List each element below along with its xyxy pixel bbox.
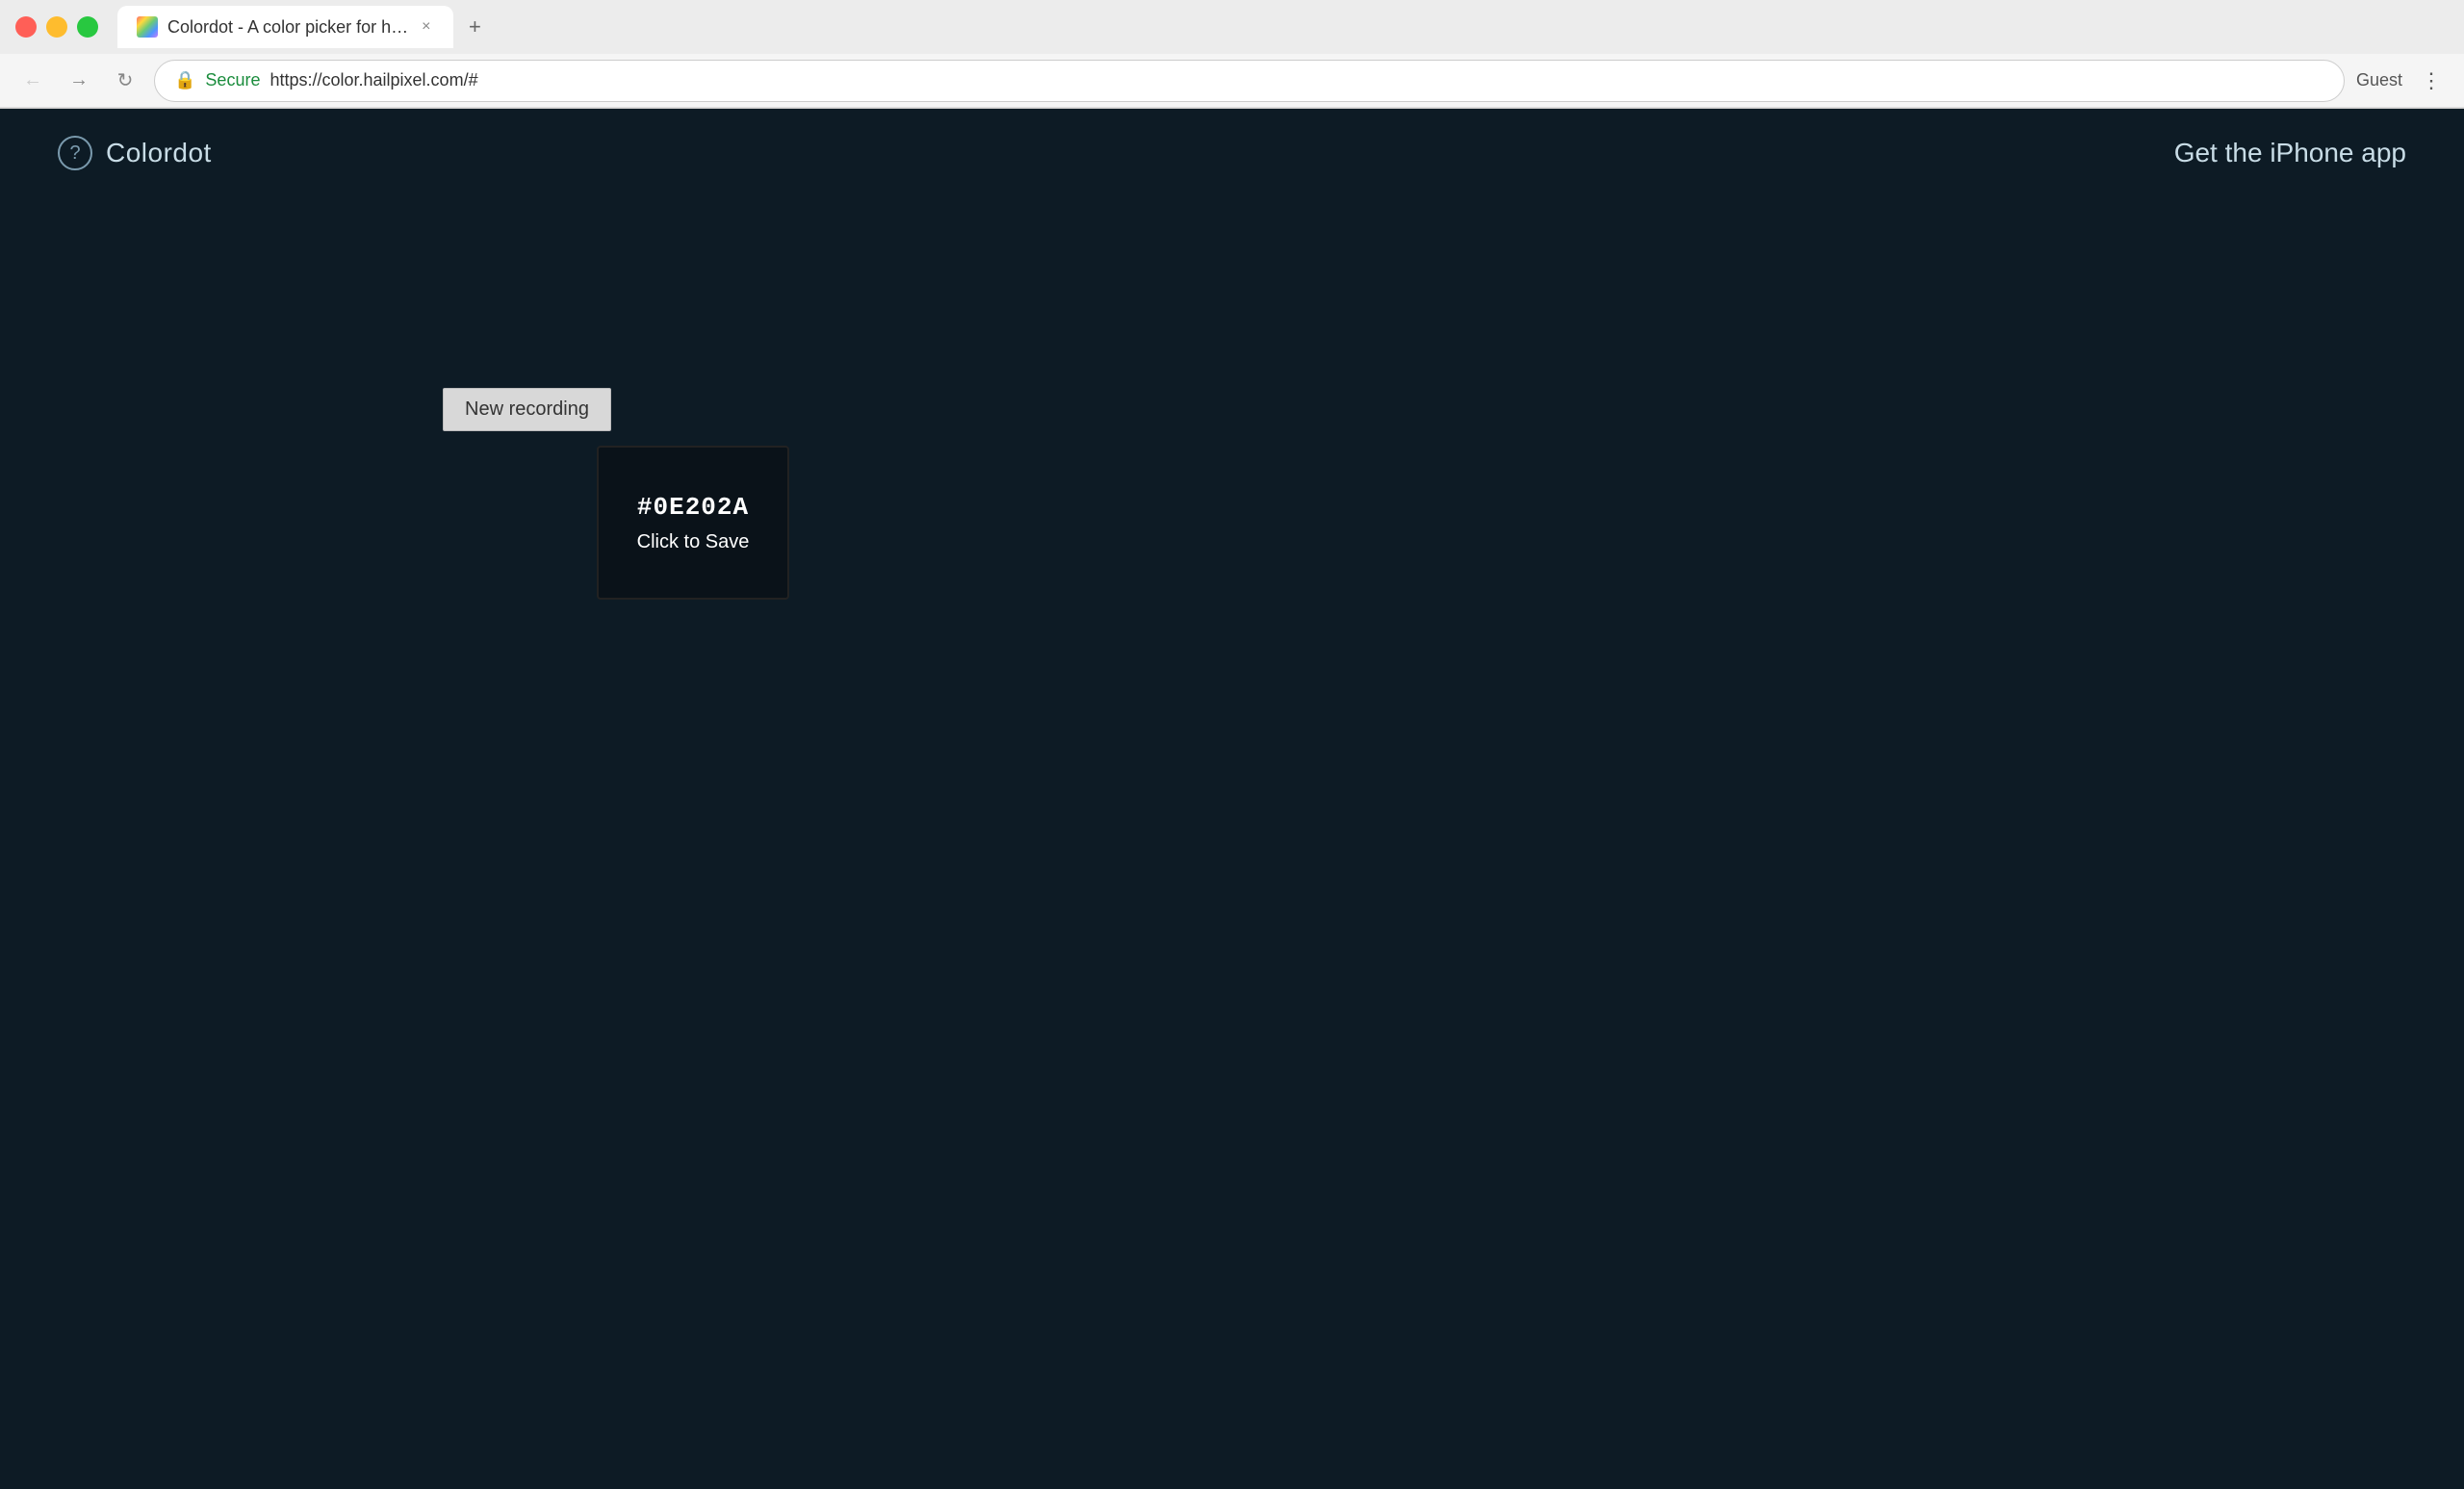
active-tab[interactable]: Colordot - A color picker for h… × bbox=[117, 6, 453, 48]
back-button[interactable]: ← bbox=[15, 64, 50, 98]
window-controls bbox=[15, 16, 98, 38]
app-header: ? Colordot Get the iPhone app bbox=[0, 109, 2464, 197]
browser-titlebar: Colordot - A color picker for h… × + bbox=[0, 0, 2464, 54]
address-bar[interactable]: 🔒 Secure https://color.hailpixel.com/# bbox=[154, 60, 2345, 102]
url-text: https://color.hailpixel.com/# bbox=[270, 70, 477, 90]
click-to-save-label: Click to Save bbox=[637, 531, 750, 553]
window-minimize-button[interactable] bbox=[46, 16, 67, 38]
logo-area[interactable]: ? Colordot bbox=[58, 136, 212, 170]
browser-toolbar: ← → ↻ 🔒 Secure https://color.hailpixel.c… bbox=[0, 54, 2464, 108]
new-recording-button[interactable]: New recording bbox=[443, 388, 611, 431]
window-close-button[interactable] bbox=[15, 16, 37, 38]
tab-favicon-icon bbox=[137, 16, 158, 38]
secure-label: Secure bbox=[205, 70, 260, 90]
help-icon: ? bbox=[58, 136, 92, 170]
forward-button[interactable]: → bbox=[62, 64, 96, 98]
color-card[interactable]: #0E202A Click to Save bbox=[597, 446, 789, 600]
iphone-app-link[interactable]: Get the iPhone app bbox=[2174, 138, 2406, 168]
user-label: Guest bbox=[2356, 70, 2402, 90]
reload-button[interactable]: ↻ bbox=[108, 64, 142, 98]
window-maximize-button[interactable] bbox=[77, 16, 98, 38]
app-logo-text: Colordot bbox=[106, 138, 212, 168]
new-tab-button[interactable]: + bbox=[457, 10, 492, 44]
tab-close-button[interactable]: × bbox=[418, 16, 434, 38]
app-content: ? Colordot Get the iPhone app New record… bbox=[0, 109, 2464, 1489]
browser-menu-button[interactable]: ⋮ bbox=[2414, 64, 2449, 98]
color-hex-value: #0E202A bbox=[637, 493, 749, 522]
browser-chrome: Colordot - A color picker for h… × + ← →… bbox=[0, 0, 2464, 109]
secure-lock-icon: 🔒 bbox=[174, 70, 195, 90]
tab-title: Colordot - A color picker for h… bbox=[167, 17, 408, 38]
tab-bar: Colordot - A color picker for h… × + bbox=[117, 6, 2449, 48]
